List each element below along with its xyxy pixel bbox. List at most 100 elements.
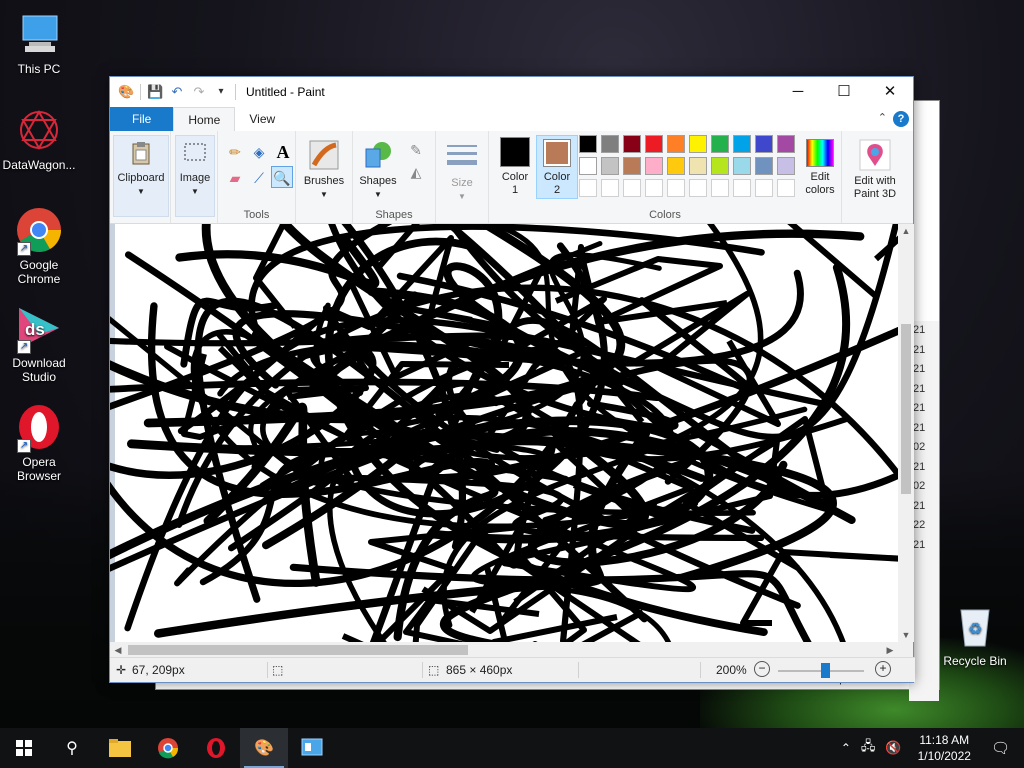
- desktop-icon-chrome[interactable]: ↗ Google Chrome: [0, 206, 78, 286]
- palette-swatch[interactable]: [755, 179, 773, 197]
- scroll-up-icon[interactable]: ▲: [898, 226, 914, 236]
- scroll-down-icon[interactable]: ▼: [898, 630, 914, 640]
- drawing-canvas-area[interactable]: [110, 224, 898, 642]
- notifications-icon[interactable]: 🗨: [981, 739, 1024, 757]
- paint-window[interactable]: 🎨 💾 ↶ ↷ ▾ Untitled - Paint ─ ☐ ✕ File Ho…: [109, 76, 915, 683]
- maximize-button[interactable]: ☐: [821, 77, 867, 107]
- vertical-scrollbar[interactable]: ▲ ▼: [898, 224, 914, 642]
- horizontal-scrollbar[interactable]: ◀ ▶: [110, 642, 898, 658]
- palette-swatch[interactable]: [711, 135, 729, 153]
- drawing-canvas[interactable]: [110, 224, 898, 642]
- tab-file[interactable]: File: [110, 107, 174, 131]
- taskbar-file-explorer[interactable]: [96, 728, 144, 768]
- desktop-icon-download-studio[interactable]: ds ↗ Download Studio: [0, 304, 78, 384]
- zoom-out-button[interactable]: −: [754, 661, 770, 677]
- network-icon[interactable]: 🖧: [857, 737, 880, 759]
- desktop-icon-this-pc[interactable]: This PC: [0, 10, 78, 76]
- palette-swatch[interactable]: [601, 135, 619, 153]
- eraser-icon[interactable]: ▰: [224, 167, 246, 189]
- palette-swatch[interactable]: [623, 157, 641, 175]
- collapse-ribbon-icon[interactable]: ⌃: [878, 111, 887, 124]
- customize-qa-icon[interactable]: ▾: [213, 84, 229, 100]
- palette-swatch[interactable]: [777, 135, 795, 153]
- selection-size-icon: ⬚: [272, 663, 284, 677]
- scroll-left-icon[interactable]: ◀: [110, 645, 126, 656]
- palette-swatch[interactable]: [667, 179, 685, 197]
- save-icon[interactable]: 💾: [147, 84, 163, 100]
- size-button[interactable]: Size ▼: [442, 135, 482, 203]
- show-hidden-icons-icon[interactable]: ⌃: [835, 741, 857, 755]
- palette-swatch[interactable]: [711, 157, 729, 175]
- pencil-icon[interactable]: ✏: [224, 141, 246, 163]
- cursor-position-icon: ✛: [116, 663, 127, 677]
- shape-fill-icon[interactable]: ◭: [405, 161, 427, 183]
- palette-swatch[interactable]: [623, 135, 641, 153]
- start-button[interactable]: [0, 728, 48, 768]
- tab-home[interactable]: Home: [173, 107, 236, 131]
- volume-muted-icon[interactable]: 🔇: [879, 740, 907, 756]
- desktop-icon-opera[interactable]: ↗ Opera Browser: [0, 403, 78, 483]
- horizontal-scroll-thumb[interactable]: [128, 645, 468, 655]
- image-button[interactable]: Image ▼: [175, 135, 215, 217]
- palette-swatch[interactable]: [645, 179, 663, 197]
- title-bar[interactable]: 🎨 💾 ↶ ↷ ▾ Untitled - Paint ─ ☐ ✕: [110, 77, 913, 107]
- taskbar-chrome[interactable]: [144, 728, 192, 768]
- palette-swatch[interactable]: [733, 157, 751, 175]
- redo-icon[interactable]: ↷: [191, 84, 207, 100]
- desktop-icon-datawagon[interactable]: DataWagon...: [0, 106, 78, 172]
- color2-button[interactable]: Color 2: [536, 135, 578, 199]
- brushes-button[interactable]: Brushes ▼: [299, 135, 349, 201]
- palette-swatch[interactable]: [733, 135, 751, 153]
- palette-swatch[interactable]: [667, 135, 685, 153]
- text-icon[interactable]: A: [272, 141, 294, 163]
- color-picker-icon[interactable]: ⟋: [248, 167, 270, 189]
- clock-date: 1/10/2022: [917, 749, 971, 763]
- zoom-slider-thumb[interactable]: [821, 663, 830, 678]
- edit-colors-button[interactable]: Edit colors: [799, 135, 841, 197]
- palette-swatch[interactable]: [777, 157, 795, 175]
- palette-swatch[interactable]: [645, 157, 663, 175]
- color1-button[interactable]: Color 1: [495, 135, 535, 197]
- taskbar-opera[interactable]: [192, 728, 240, 768]
- shapes-button[interactable]: Shapes ▼: [356, 135, 400, 201]
- color-palette: [579, 135, 804, 201]
- palette-swatch[interactable]: [623, 179, 641, 197]
- palette-swatch[interactable]: [755, 157, 773, 175]
- clock[interactable]: 11:18 AM 1/10/2022: [908, 732, 981, 764]
- paint-app-icon[interactable]: 🎨: [118, 84, 134, 100]
- scroll-right-icon[interactable]: ▶: [882, 645, 898, 656]
- edit-with-paint3d-button[interactable]: Edit with Paint 3D: [846, 135, 904, 201]
- palette-swatch[interactable]: [689, 157, 707, 175]
- desktop-icon-label: This PC: [17, 62, 61, 76]
- close-button[interactable]: ✕: [867, 77, 913, 107]
- taskbar-control-panel[interactable]: [288, 728, 336, 768]
- palette-swatch[interactable]: [755, 135, 773, 153]
- palette-swatch[interactable]: [579, 135, 597, 153]
- taskbar-paint[interactable]: 🎨: [240, 728, 288, 768]
- palette-swatch[interactable]: [579, 157, 597, 175]
- zoom-in-button[interactable]: +: [875, 661, 891, 677]
- palette-swatch[interactable]: [579, 179, 597, 197]
- search-button[interactable]: ⚲: [48, 728, 96, 768]
- vertical-scroll-thumb[interactable]: [901, 324, 911, 494]
- palette-swatch[interactable]: [645, 135, 663, 153]
- desktop-icon-recycle-bin[interactable]: ♻ Recycle Bin: [936, 602, 1014, 668]
- group-size: Size ▼: [436, 131, 489, 223]
- palette-swatch[interactable]: [601, 157, 619, 175]
- outline-icon[interactable]: ✎: [405, 139, 427, 161]
- group-brushes: Brushes ▼: [296, 131, 353, 223]
- help-icon[interactable]: ?: [893, 111, 909, 127]
- tab-view[interactable]: View: [235, 107, 289, 131]
- palette-swatch[interactable]: [689, 135, 707, 153]
- palette-swatch[interactable]: [667, 157, 685, 175]
- clipboard-button[interactable]: Clipboard ▼: [113, 135, 169, 217]
- palette-swatch[interactable]: [689, 179, 707, 197]
- fill-icon[interactable]: ◈: [248, 141, 270, 163]
- palette-swatch[interactable]: [711, 179, 729, 197]
- minimize-button[interactable]: ─: [775, 77, 821, 107]
- palette-swatch[interactable]: [777, 179, 795, 197]
- palette-swatch[interactable]: [601, 179, 619, 197]
- magnifier-icon[interactable]: 🔍: [271, 166, 293, 188]
- undo-icon[interactable]: ↶: [169, 84, 185, 100]
- palette-swatch[interactable]: [733, 179, 751, 197]
